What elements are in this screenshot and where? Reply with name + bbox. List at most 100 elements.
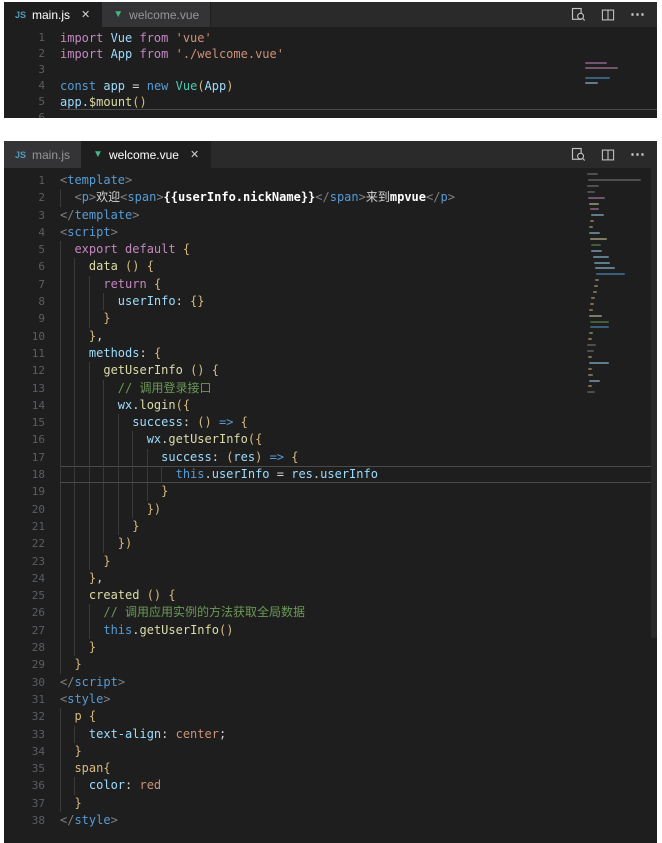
code-line: 30</script> [4, 674, 657, 691]
token: , [96, 329, 103, 343]
js-file-icon: JS [15, 150, 26, 160]
split-editor-button[interactable] [601, 8, 615, 22]
indent-guide [60, 656, 61, 673]
code-line: 26 // 调用应用实例的方法获取全局数据 [4, 604, 657, 621]
indent-guide [60, 518, 61, 535]
indent-guide [74, 570, 75, 587]
line-number: 38 [4, 812, 60, 829]
token [60, 623, 103, 637]
minimap-line [590, 238, 607, 240]
token: => [262, 450, 291, 464]
token: </ [60, 675, 74, 689]
indent-guide [60, 622, 61, 639]
token: App [111, 47, 140, 61]
indent-guide [74, 414, 75, 431]
line-number: 24 [4, 570, 60, 587]
indent-guide [74, 535, 75, 552]
token: return [103, 277, 154, 291]
line-number: 21 [4, 518, 60, 535]
token: this [176, 467, 205, 481]
tab-main-js[interactable]: JSmain.js [4, 141, 82, 168]
token [60, 744, 74, 758]
code-line: 3 [4, 62, 657, 78]
indent-guide [60, 449, 61, 466]
open-preview-button[interactable] [571, 147, 586, 162]
indent-guide [132, 483, 133, 500]
line-number: 5 [4, 94, 60, 110]
tab-label: main.js [32, 8, 70, 22]
indent-guide [118, 518, 119, 535]
code-line: 9 } [4, 310, 657, 327]
more-actions-button[interactable]: ⋯ [630, 7, 645, 22]
token: : [161, 727, 175, 741]
token: ({ [248, 432, 262, 446]
tab-welcome-vue[interactable]: ▼welcome.vue [102, 2, 211, 27]
indent-guide [74, 639, 75, 656]
code-line: 5 export default { [4, 241, 657, 258]
minimap-line [589, 362, 609, 364]
token: > [125, 173, 132, 187]
line-number: 7 [4, 276, 60, 293]
open-preview-button[interactable] [571, 7, 586, 22]
token: </ [60, 813, 74, 827]
code-line: 5app.$mount() [4, 94, 657, 110]
token: span [74, 761, 103, 775]
indent-guide [60, 310, 61, 327]
minimap-line [589, 380, 600, 382]
more-icon: ⋯ [630, 7, 645, 22]
token: . [132, 623, 139, 637]
line-number: 13 [4, 380, 60, 397]
close-icon[interactable]: ✕ [81, 8, 90, 21]
code-line: 1import Vue from 'vue' [4, 30, 657, 46]
bottom-editor-group: JSmain.js▼welcome.vue✕⋯ 1<template>2 <p>… [4, 141, 657, 843]
token: => [212, 415, 241, 429]
split-editor-button[interactable] [601, 148, 615, 162]
line-number: 2 [4, 46, 60, 62]
indent-guide [60, 795, 61, 812]
token: > [448, 190, 455, 204]
minimap-line [590, 303, 594, 305]
token: } [132, 519, 139, 533]
token [60, 311, 103, 325]
tab-bar: JSmain.js▼welcome.vue✕ ⋯ [4, 141, 657, 168]
indent-guide [118, 431, 119, 448]
token: : [183, 415, 197, 429]
code-line: 38</style> [4, 812, 657, 829]
vue-file-icon: ▼ [93, 149, 103, 160]
indent-guide [74, 466, 75, 483]
indent-guide [60, 258, 61, 275]
tab-welcome-vue[interactable]: ▼welcome.vue✕ [82, 141, 211, 168]
more-actions-button[interactable]: ⋯ [630, 147, 645, 162]
close-icon[interactable]: ✕ [190, 148, 199, 161]
indent-guide [89, 310, 90, 327]
line-number: 34 [4, 743, 60, 760]
code-editor[interactable]: 1<template>2 <p>欢迎<span>{{userInfo.nickN… [4, 168, 657, 843]
token: success [161, 450, 212, 464]
token: p [74, 709, 88, 723]
token [60, 796, 74, 810]
line-number: 19 [4, 483, 60, 500]
minimap-line [588, 179, 641, 181]
line-number: 36 [4, 777, 60, 794]
indent-guide [103, 535, 104, 552]
token: from [139, 31, 175, 45]
token: export [74, 242, 125, 256]
indent-guide [89, 397, 90, 414]
token: $mount [89, 95, 132, 109]
token [60, 242, 74, 256]
minimap-line [595, 279, 599, 281]
line-number: 1 [4, 172, 60, 189]
scrollbar[interactable] [651, 168, 657, 638]
code-line: 2import App from './welcome.vue' [4, 46, 657, 62]
indent-guide [89, 501, 90, 518]
code-editor[interactable]: 1import Vue from 'vue'2import App from '… [4, 27, 657, 118]
vue-file-icon: ▼ [113, 9, 123, 20]
indent-guide [132, 449, 133, 466]
code-line-text: success: (res) => { [60, 449, 657, 466]
token: getUserInfo [168, 432, 247, 446]
tab-main-js[interactable]: JSmain.js✕ [4, 2, 102, 27]
token: > [111, 225, 118, 239]
indent-guide [74, 431, 75, 448]
token: } [89, 640, 96, 654]
code-line: 19 } [4, 483, 657, 500]
